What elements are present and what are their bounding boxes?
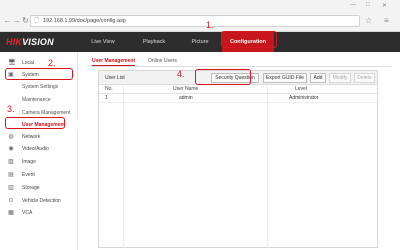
column-header-no: No. <box>105 86 113 92</box>
sidebar: 🖥 Local ▣ System System Settings Mainten… <box>0 52 78 250</box>
annotation-box-security-question <box>195 69 251 85</box>
sidebar-item-label: Vehicle Detection <box>22 198 61 204</box>
sidebar-item-label: Event <box>22 172 35 178</box>
cell-level: Administrator <box>289 95 319 101</box>
table-header: No. User Name Level <box>99 85 377 94</box>
sidebar-item-local[interactable]: 🖥 Local <box>0 58 78 68</box>
user-list-panel: User List Security Question Export GUID … <box>98 70 378 249</box>
sidebar-item-storage[interactable]: ▥ Storage <box>0 183 78 193</box>
table-row[interactable]: 1 admin Administrator <box>99 94 377 103</box>
close-icon[interactable]: ✕ <box>382 2 387 9</box>
tab-online-users[interactable]: Online Users <box>148 56 177 66</box>
vehicle-detection-icon: ⊙ <box>8 198 14 204</box>
tab-user-management[interactable]: User Management <box>92 56 136 66</box>
event-icon: ▤ <box>8 172 14 178</box>
nav-picture[interactable]: Picture <box>186 32 214 52</box>
annotation-box-user-management <box>5 117 65 129</box>
sidebar-item-vca[interactable]: ▦ VCA <box>0 208 78 218</box>
nav-live-view[interactable]: Live View <box>88 32 118 52</box>
reload-icon[interactable]: ↻ <box>21 16 30 25</box>
storage-icon: ▥ <box>8 185 14 191</box>
sidebar-item-label: VCA <box>22 210 33 216</box>
image-icon: ▨ <box>8 159 14 165</box>
browser-chrome: — □ ✕ ← → ↻ 🗋 192.168.1.99/doc/page/conf… <box>0 0 400 32</box>
sidebar-item-vehicle-detection[interactable]: ⊙ Vehicle Detection <box>0 196 78 206</box>
sidebar-item-label: Local <box>22 60 34 66</box>
nav-playback[interactable]: Playback <box>138 32 170 52</box>
tab-divider <box>92 66 392 67</box>
sidebar-item-label: Image <box>22 159 36 165</box>
annotation-box-configuration <box>221 31 277 48</box>
page-icon: 🗋 <box>34 18 39 24</box>
cell-no: 1 <box>105 95 108 101</box>
annotation-number-2: 2. <box>48 58 56 68</box>
sidebar-item-system-settings[interactable]: System Settings <box>0 82 78 92</box>
export-guid-file-button[interactable]: Export GUID File <box>263 73 307 83</box>
column-divider <box>123 85 124 249</box>
annotation-number-4: 4. <box>177 69 185 79</box>
sidebar-item-label: Video/Audio <box>22 146 49 152</box>
back-icon[interactable]: ← <box>3 16 12 25</box>
address-bar: ← → ↻ 🗋 192.168.1.99/doc/page/config.asp… <box>0 14 400 30</box>
column-header-level: Level <box>295 86 307 92</box>
menu-icon[interactable]: ≡ <box>384 16 389 25</box>
star-icon[interactable]: ☆ <box>365 16 372 25</box>
hikvision-logo: HIKVISION <box>6 37 54 47</box>
vca-icon: ▦ <box>8 210 14 216</box>
annotation-number-3: 3. <box>7 104 15 114</box>
url-text: 192.168.1.99/doc/page/config.asp <box>43 18 126 24</box>
monitor-icon: 🖥 <box>8 60 16 66</box>
column-header-user-name: User Name <box>173 86 199 92</box>
cell-user-name: admin <box>179 95 193 101</box>
video-audio-icon: ◉ <box>8 146 14 152</box>
url-input[interactable]: 🗋 192.168.1.99/doc/page/config.asp <box>30 15 360 27</box>
column-divider <box>267 85 268 249</box>
annotation-number-1: 1. <box>206 20 214 30</box>
browser-tab-strip: — □ ✕ <box>0 0 400 14</box>
sidebar-item-label: System Settings <box>22 84 59 90</box>
sidebar-item-network[interactable]: ◍ Network <box>0 132 78 142</box>
sidebar-item-video-audio[interactable]: ◉ Video/Audio <box>0 144 78 154</box>
delete-user-button[interactable]: Delete <box>354 73 375 83</box>
minimize-icon[interactable]: — <box>350 2 356 8</box>
user-list-title: User List <box>105 75 125 81</box>
sidebar-item-event[interactable]: ▤ Event <box>0 170 78 180</box>
network-icon: ◍ <box>8 134 14 140</box>
modify-user-button[interactable]: Modify <box>329 73 351 83</box>
sidebar-item-image[interactable]: ▨ Image <box>0 157 78 167</box>
app-header: HIKVISION Live View Playback Picture Con… <box>0 32 400 52</box>
maximize-icon[interactable]: □ <box>366 2 370 8</box>
annotation-box-system <box>5 68 73 80</box>
sidebar-item-label: Network <box>22 134 41 140</box>
forward-icon[interactable]: → <box>12 16 21 25</box>
sidebar-item-label: Storage <box>22 185 40 191</box>
sidebar-item-label: Maintenance <box>22 97 51 103</box>
add-user-button[interactable]: Add <box>310 73 326 83</box>
